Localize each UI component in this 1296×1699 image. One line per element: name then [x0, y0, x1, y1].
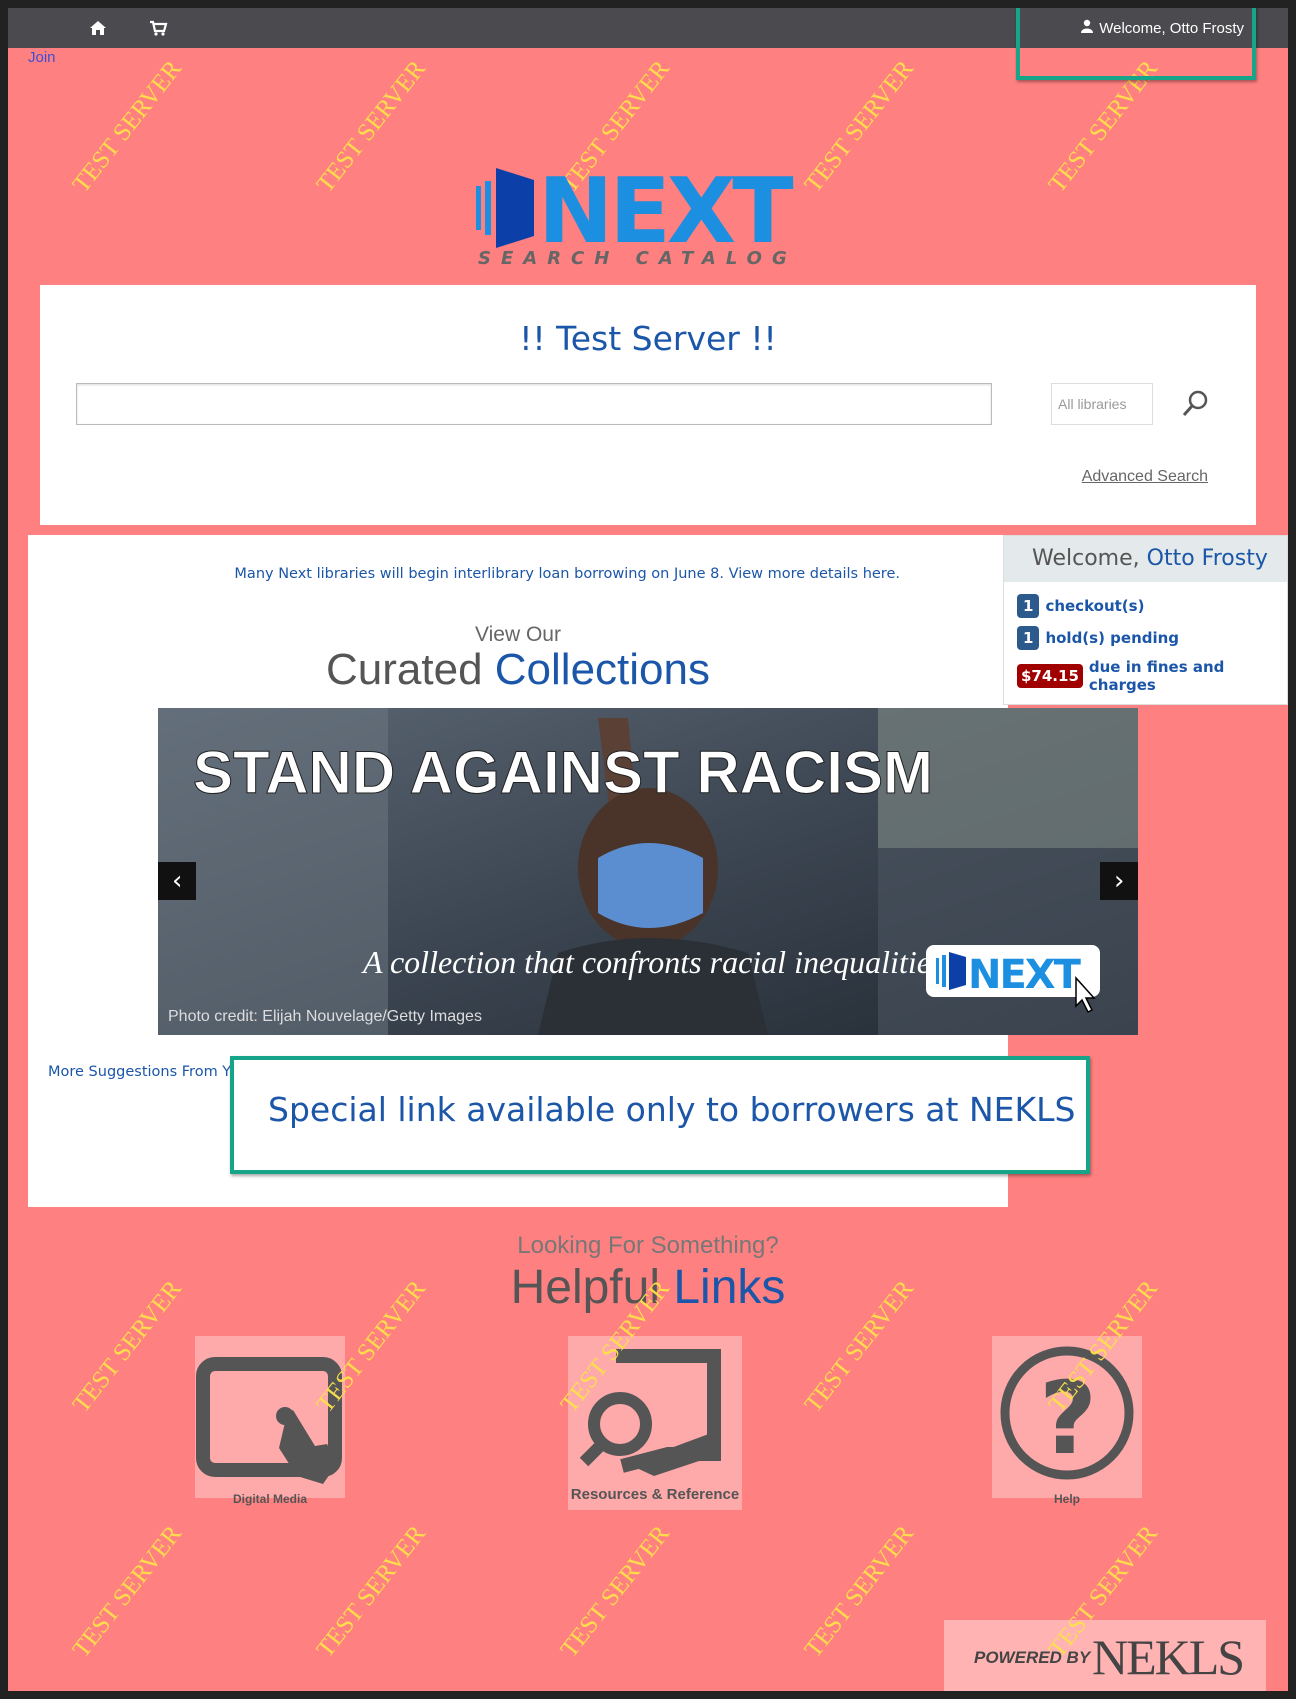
carousel-tagline: A collection that confronts racial inequ… — [361, 944, 951, 980]
watermark: TEST SERVER — [311, 1520, 431, 1663]
curated-collections-heading: Curated Collections — [28, 645, 1008, 695]
checkouts-label: checkout(s) — [1045, 597, 1145, 615]
view-our-label: View Our — [475, 623, 561, 646]
powered-by-nekls[interactable]: POWERED BY NEKLS — [944, 1620, 1266, 1691]
tile-label: Help — [1053, 1492, 1080, 1506]
page: Welcome, Otto Frosty Join TEST SERVER TE… — [8, 8, 1288, 1691]
fines-label: due in fines and charges — [1088, 658, 1225, 694]
nekls-logo: NEKLS — [1092, 1629, 1245, 1685]
collections-carousel[interactable]: STAND AGAINST RACISM A collection that c… — [158, 708, 1138, 1035]
watermark: TEST SERVER — [67, 55, 187, 198]
watermark: TEST SERVER — [555, 1520, 675, 1663]
fines-link[interactable]: $74.15 due in fines and charges — [1017, 658, 1287, 694]
carousel-headline: STAND AGAINST RACISM — [193, 739, 933, 806]
holds-label: hold(s) pending — [1045, 629, 1180, 647]
collections-word: Collections — [494, 645, 710, 694]
tile-label: Digital Media — [232, 1492, 307, 1506]
fines-amount: $74.15 — [1017, 664, 1083, 688]
checkouts-count: 1 — [1017, 594, 1040, 618]
cart-icon[interactable] — [148, 18, 168, 38]
tablet-touch-icon — [196, 1357, 342, 1484]
carousel-badge: NEXT — [968, 952, 1082, 998]
special-link-highlight — [230, 1056, 1090, 1174]
watermark: TEST SERVER — [67, 1520, 187, 1663]
search-input[interactable] — [76, 383, 992, 425]
help-tile[interactable]: ? Help — [992, 1336, 1142, 1506]
digital-media-tile[interactable]: Digital Media — [195, 1336, 345, 1506]
curated-word: Curated — [326, 645, 483, 694]
account-summary-header: Welcome, Otto Frosty — [1004, 536, 1287, 582]
logo-subtitle: SEARCH CATALOG — [478, 248, 797, 266]
watermark: TEST SERVER — [311, 55, 431, 198]
join-link[interactable]: Join — [28, 49, 56, 66]
advanced-search-link[interactable]: Advanced Search — [1082, 468, 1208, 486]
search-panel-title: !! Test Server !! — [519, 319, 777, 358]
home-icon[interactable] — [88, 18, 108, 38]
account-summary: Welcome, Otto Frosty 1 checkout(s) 1 hol… — [1003, 535, 1288, 705]
ill-notice-link[interactable]: Many Next libraries will begin interlibr… — [234, 566, 900, 582]
search-panel: !! Test Server !! All libraries Advanced… — [40, 285, 1256, 525]
library-select[interactable]: All libraries — [1051, 383, 1153, 425]
next-logo[interactable]: NEXT SEARCH CATALOG — [472, 156, 828, 269]
search-icon[interactable] — [1180, 389, 1210, 419]
welcome-highlight — [1016, 8, 1256, 80]
holds-count: 1 — [1017, 626, 1040, 650]
links-word: Links — [673, 1261, 786, 1314]
checkouts-link[interactable]: 1 checkout(s) — [1017, 594, 1144, 618]
watermark: TEST SERVER — [799, 1520, 919, 1663]
tile-label: Resources & Reference — [570, 1486, 740, 1503]
carousel-prev-button: ‹ — [172, 866, 182, 896]
welcome-prefix: Welcome, — [1032, 546, 1140, 571]
holds-link[interactable]: 1 hold(s) pending — [1017, 626, 1179, 650]
looking-label: Looking For Something? — [517, 1232, 779, 1259]
carousel-next-button: › — [1114, 866, 1124, 896]
carousel-credit: Photo credit: Elijah Nouvelage/Getty Ima… — [168, 1008, 482, 1025]
user-name-link[interactable]: Otto Frosty — [1147, 546, 1268, 571]
